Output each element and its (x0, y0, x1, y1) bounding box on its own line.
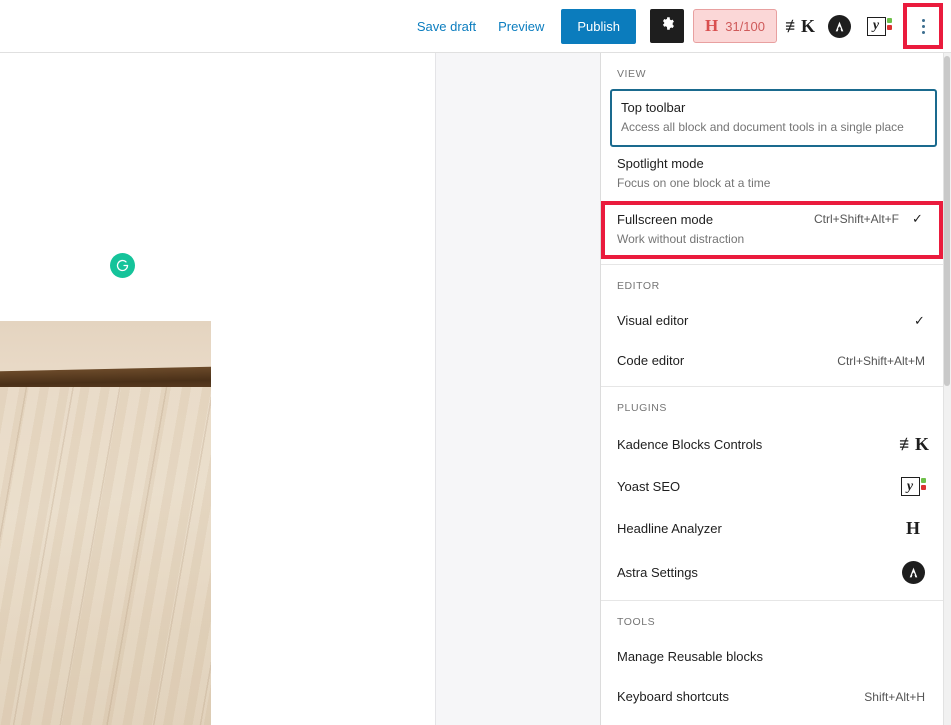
menu-item-yoast-seo[interactable]: Yoast SEO y (601, 466, 943, 507)
menu-item-welcome-guide[interactable]: Welcome Guide (601, 717, 943, 725)
yoast-seo-icon: y (900, 477, 926, 496)
menu-item-title: Kadence Blocks Controls (617, 436, 763, 452)
kadence-blocks-button[interactable]: ≢K (781, 8, 817, 44)
menu-item-title: Code editor (617, 353, 685, 368)
menu-item-manage-reusable-blocks[interactable]: Manage Reusable blocks (601, 637, 943, 677)
checkmark-icon: ✓ (912, 211, 923, 226)
section-label-plugins: PLUGINS (617, 402, 667, 414)
headline-score-badge[interactable]: H 31/100 (693, 9, 777, 43)
section-label-editor: EDITOR (617, 280, 660, 292)
menu-item-headline-analyzer[interactable]: Headline Analyzer H (601, 507, 943, 550)
editor-canvas[interactable] (0, 53, 435, 725)
menu-item-title: Spotlight mode (617, 156, 704, 171)
dropdown-scrollbar-thumb[interactable] (944, 56, 950, 386)
more-options-dropdown: VIEW Top toolbar Access all block and do… (600, 53, 943, 725)
menu-item-title: Astra Settings (617, 564, 698, 580)
astra-icon (827, 14, 851, 38)
menu-item-spotlight-mode[interactable]: Spotlight mode Focus on one block at a t… (601, 147, 943, 201)
kadence-blocks-icon: ≢K (784, 15, 815, 36)
headline-analyzer-icon: H (905, 518, 920, 538)
menu-item-shortcut: Shift+Alt+H (864, 690, 925, 704)
menu-item-title: Fullscreen mode (617, 212, 714, 227)
menu-item-astra-settings[interactable]: Astra Settings (601, 550, 943, 595)
yoast-seo-icon: y (866, 16, 892, 36)
astra-icon (901, 561, 925, 584)
menu-item-kadence-blocks-controls[interactable]: Kadence Blocks Controls ≢K (601, 423, 943, 466)
editor-top-bar: Save draft Preview Publish H 31/100 ≢K y (0, 0, 951, 53)
menu-item-code-editor[interactable]: Code editor Ctrl+Shift+Alt+M (601, 341, 943, 381)
yoast-seo-button[interactable]: y (861, 8, 897, 44)
headline-score-value: 31/100 (725, 18, 765, 34)
top-bar-actions: Save draft Preview Publish H 31/100 ≢K y (406, 0, 951, 53)
headline-analyzer-icon: H (705, 16, 719, 35)
editor-sidebar-backdrop (435, 53, 600, 725)
settings-button[interactable] (650, 9, 684, 43)
more-options-button[interactable] (903, 3, 943, 49)
menu-item-title: Yoast SEO (617, 478, 681, 494)
preview-button[interactable]: Preview (487, 9, 555, 43)
section-label-tools: TOOLS (617, 616, 656, 628)
menu-item-keyboard-shortcuts[interactable]: Keyboard shortcuts Shift+Alt+H (601, 677, 943, 717)
menu-item-title: Top toolbar (621, 100, 686, 115)
grammarly-icon[interactable] (110, 253, 135, 278)
astra-settings-button[interactable] (821, 8, 857, 44)
menu-item-fullscreen-mode[interactable]: Fullscreen mode Work without distraction… (601, 201, 943, 259)
menu-item-title: Keyboard shortcuts (617, 689, 730, 704)
gear-icon (660, 16, 675, 36)
menu-item-description: Work without distraction (617, 232, 745, 246)
menu-item-shortcut: Ctrl+Shift+Alt+F (813, 212, 899, 226)
menu-item-description: Access all block and document tools in a… (621, 120, 904, 134)
menu-item-top-toolbar[interactable]: Top toolbar Access all block and documen… (610, 89, 937, 147)
kebab-menu-icon (921, 18, 925, 34)
menu-item-title: Visual editor (617, 313, 689, 328)
menu-item-shortcut: Ctrl+Shift+Alt+M (837, 354, 925, 368)
section-label-view: VIEW (617, 68, 647, 80)
checkmark-icon: ✓ (914, 313, 925, 328)
kadence-blocks-icon: ≢K (899, 434, 929, 454)
wood-floor-photo[interactable] (0, 321, 211, 725)
menu-item-description: Focus on one block at a time (617, 176, 771, 190)
menu-item-title: Headline Analyzer (617, 520, 722, 536)
menu-item-title: Manage Reusable blocks (617, 649, 763, 664)
gutenberg-editor: Save draft Preview Publish H 31/100 ≢K y… (0, 0, 951, 725)
save-draft-button[interactable]: Save draft (406, 9, 487, 43)
publish-button[interactable]: Publish (561, 8, 636, 44)
menu-item-visual-editor[interactable]: Visual editor ✓ (601, 301, 943, 341)
